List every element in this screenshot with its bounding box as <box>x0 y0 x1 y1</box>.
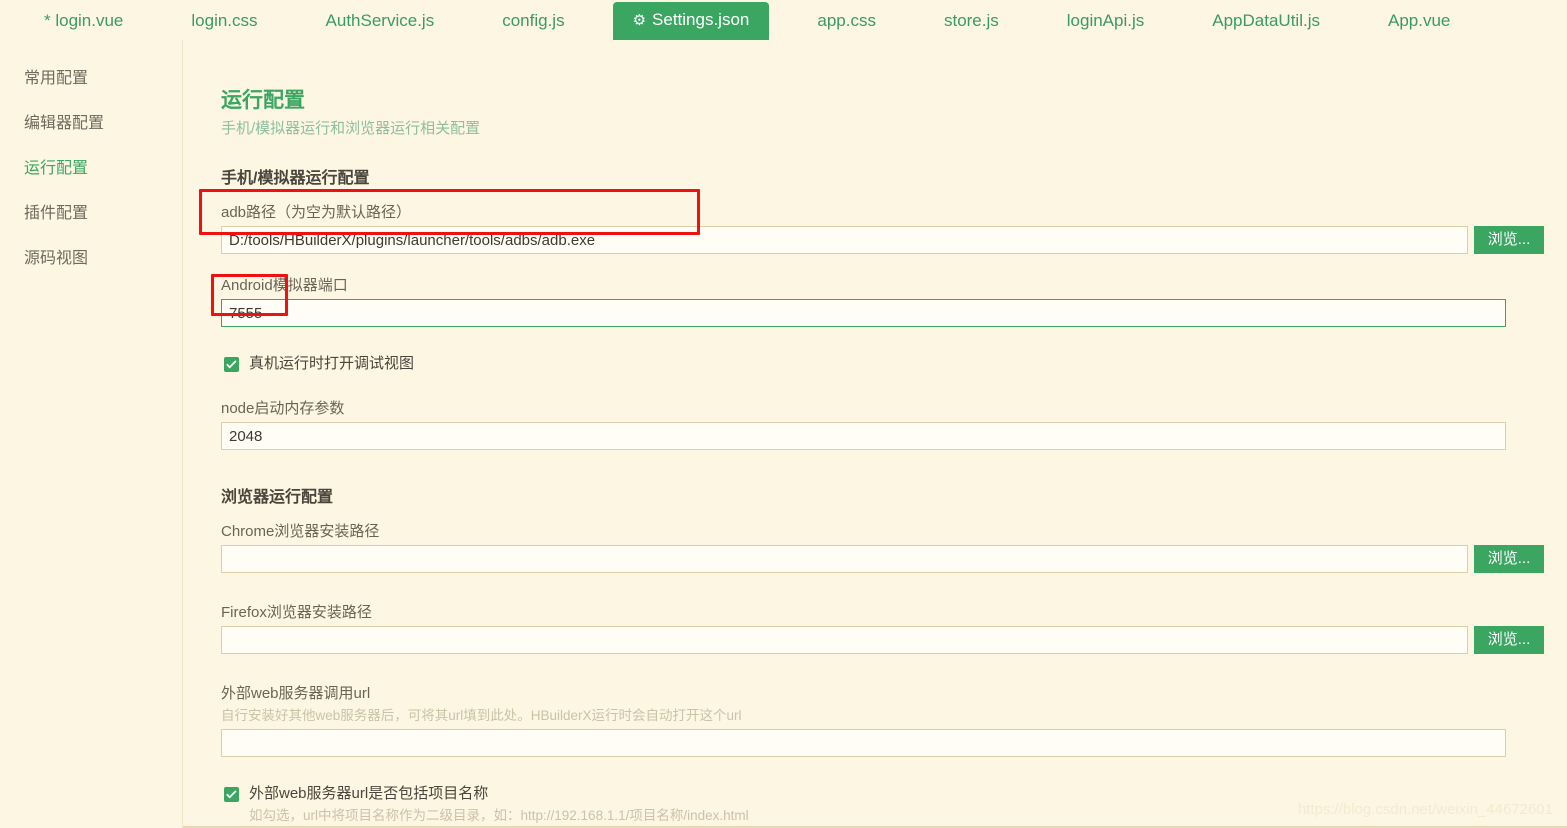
checkbox-row-debug-view: 真机运行时打开调试视图 <box>221 353 1567 375</box>
tab-appdatautil-js[interactable]: AppDataUtil.js <box>1192 3 1340 40</box>
tab-login-css[interactable]: login.css <box>171 3 277 40</box>
external-web-url-input[interactable] <box>221 729 1506 757</box>
field-chrome-path: Chrome浏览器安装路径 浏览... <box>221 522 1567 573</box>
firefox-path-browse-button[interactable]: 浏览... <box>1474 626 1544 654</box>
include-project-name-hint: 如勾选，url中将项目名称作为二级目录，如：http://192.168.1.1… <box>249 808 749 823</box>
tab-label: login.css <box>191 11 258 30</box>
chrome-path-browse-button[interactable]: 浏览... <box>1474 545 1544 573</box>
debug-view-checkbox[interactable] <box>224 357 239 372</box>
field-firefox-path: Firefox浏览器安装路径 浏览... <box>221 603 1567 654</box>
tab-label: loginApi.js <box>1066 11 1145 30</box>
adb-path-label: adb路径（为空为默认路径） <box>221 204 412 221</box>
chrome-path-input[interactable] <box>221 545 1468 573</box>
tab-label: app.css <box>817 11 876 30</box>
section-title-browser: 浏览器运行配置 <box>221 489 334 506</box>
sidebar-item-source-view[interactable]: 源码视图 <box>0 236 182 281</box>
field-adb-path: adb路径（为空为默认路径） 浏览... <box>221 203 1567 254</box>
tab-settings-json[interactable]: ⚙ Settings.json <box>612 2 770 40</box>
chrome-path-row: 浏览... <box>221 545 1567 573</box>
node-memory-label: node启动内存参数 <box>221 400 345 417</box>
sidebar-item-plugin-config[interactable]: 插件配置 <box>0 191 182 236</box>
tab-loginapi-js[interactable]: loginApi.js <box>1047 3 1165 40</box>
tab-label: config.js <box>502 11 565 30</box>
sidebar-item-common-config[interactable]: 常用配置 <box>0 56 182 101</box>
check-icon <box>226 360 237 369</box>
settings-window: * login.vue login.css AuthService.js con… <box>0 0 1567 828</box>
check-icon <box>226 790 237 799</box>
watermark: https://blog.csdn.net/weixin_44672601 <box>1297 801 1553 818</box>
adb-path-input[interactable] <box>221 226 1468 254</box>
firefox-path-row: 浏览... <box>221 626 1567 654</box>
settings-body: 常用配置 编辑器配置 运行配置 插件配置 源码视图 运行配置 手机/模拟器运行和… <box>0 40 1567 828</box>
tab-label: store.js <box>943 11 999 30</box>
sidebar-item-editor-config[interactable]: 编辑器配置 <box>0 101 182 146</box>
field-android-port: Android模拟器端口 <box>221 276 1567 327</box>
tab-app-css[interactable]: app.css <box>797 3 896 40</box>
chrome-path-label: Chrome浏览器安装路径 <box>221 523 380 540</box>
section-title-device: 手机/模拟器运行配置 <box>221 170 370 187</box>
settings-content: 运行配置 手机/模拟器运行和浏览器运行相关配置 手机/模拟器运行配置 adb路径… <box>183 40 1567 828</box>
android-port-input[interactable] <box>221 299 1506 327</box>
external-web-url-hint: 自行安装好其他web服务器后，可将其url填到此处。HBuilderX运行时会自… <box>221 708 742 723</box>
firefox-path-label: Firefox浏览器安装路径 <box>221 604 372 621</box>
android-port-label: Android模拟器端口 <box>221 277 348 294</box>
gear-icon: ⚙ <box>632 12 647 29</box>
tab-label: Settings.json <box>652 10 750 29</box>
adb-path-browse-button[interactable]: 浏览... <box>1474 226 1544 254</box>
firefox-path-input[interactable] <box>221 626 1468 654</box>
include-project-name-label: 外部web服务器url是否包括项目名称 <box>249 785 489 802</box>
include-project-name-checkbox[interactable] <box>224 787 239 802</box>
tab-store-js[interactable]: store.js <box>924 3 1019 40</box>
include-project-name-text: 外部web服务器url是否包括项目名称 如勾选，url中将项目名称作为二级目录，… <box>249 783 749 826</box>
sidebar-item-label: 插件配置 <box>24 205 89 222</box>
editor-tab-bar: * login.vue login.css AuthService.js con… <box>0 0 1567 40</box>
debug-view-label: 真机运行时打开调试视图 <box>249 355 415 372</box>
settings-sidebar: 常用配置 编辑器配置 运行配置 插件配置 源码视图 <box>0 40 183 828</box>
page-title: 运行配置 <box>221 89 305 112</box>
node-memory-input[interactable] <box>221 422 1506 450</box>
sidebar-item-label: 源码视图 <box>24 250 89 267</box>
external-web-url-label: 外部web服务器调用url <box>221 685 371 702</box>
tab-label: App.vue <box>1387 11 1451 30</box>
sidebar-item-label: 编辑器配置 <box>24 115 105 132</box>
tab-label: AppDataUtil.js <box>1212 11 1320 30</box>
adb-path-row: 浏览... <box>221 226 1567 254</box>
tab-login-vue[interactable]: * login.vue <box>24 3 143 40</box>
tab-label: AuthService.js <box>325 11 435 30</box>
tab-label: * login.vue <box>44 11 124 30</box>
tab-app-vue[interactable]: App.vue <box>1368 3 1470 40</box>
tab-authservice-js[interactable]: AuthService.js <box>306 3 455 40</box>
tab-config-js[interactable]: config.js <box>482 3 584 40</box>
sidebar-item-label: 运行配置 <box>24 160 89 177</box>
sidebar-item-run-config[interactable]: 运行配置 <box>0 146 182 191</box>
field-node-memory: node启动内存参数 <box>221 399 1567 450</box>
page-subtitle: 手机/模拟器运行和浏览器运行相关配置 <box>221 120 481 137</box>
field-external-web-url: 外部web服务器调用url 自行安装好其他web服务器后，可将其url填到此处。… <box>221 684 1567 757</box>
sidebar-item-label: 常用配置 <box>24 70 89 87</box>
